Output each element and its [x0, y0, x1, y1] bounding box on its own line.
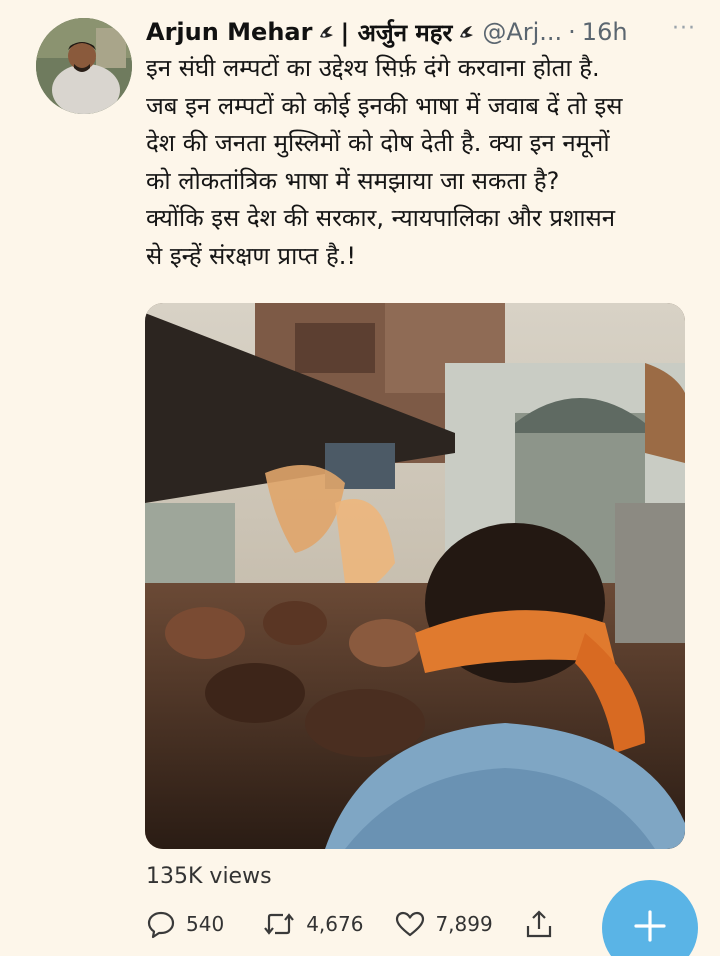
share-icon	[525, 909, 553, 939]
view-count: 135K views	[146, 864, 272, 889]
retweet-icon	[262, 910, 296, 938]
tweet[interactable]: Arjun Mehar | अर्जुन महर @Arj... · 16h ·…	[0, 0, 720, 956]
reply-count: 540	[186, 912, 225, 936]
retweet-button[interactable]: 4,676	[262, 910, 363, 938]
share-button[interactable]	[525, 909, 553, 939]
time-separator: ·	[568, 18, 576, 46]
tweet-header: Arjun Mehar | अर्जुन महर @Arj... · 16h ·…	[146, 12, 696, 52]
avatar-photo	[36, 18, 132, 114]
retweet-count: 4,676	[306, 912, 364, 936]
tweet-media-image[interactable]	[145, 303, 685, 849]
views-number: 135K	[146, 864, 203, 889]
reply-icon	[146, 909, 176, 939]
plus-icon	[632, 908, 668, 948]
more-options-icon[interactable]: ···	[672, 16, 696, 41]
emblem-icon	[318, 23, 336, 41]
timestamp[interactable]: 16h	[582, 18, 628, 46]
reply-button[interactable]: 540	[146, 909, 224, 939]
tweet-actions: 540 4,676 7,899	[146, 904, 553, 944]
tweet-text: इन संघी लम्पटों का उद्देश्य सिर्फ़ दंगे …	[146, 54, 623, 270]
like-count: 7,899	[435, 912, 493, 936]
avatar[interactable]	[36, 18, 132, 114]
emblem-icon	[458, 23, 476, 41]
crowd-photo	[145, 303, 685, 849]
compose-tweet-button[interactable]	[602, 880, 698, 956]
views-label: views	[209, 864, 272, 889]
display-name[interactable]: Arjun Mehar	[146, 18, 312, 46]
like-button[interactable]: 7,899	[395, 910, 493, 938]
heart-icon	[395, 910, 425, 938]
user-handle[interactable]: @Arj...	[482, 18, 562, 46]
display-name-hindi[interactable]: | अर्जुन महर	[340, 16, 452, 49]
